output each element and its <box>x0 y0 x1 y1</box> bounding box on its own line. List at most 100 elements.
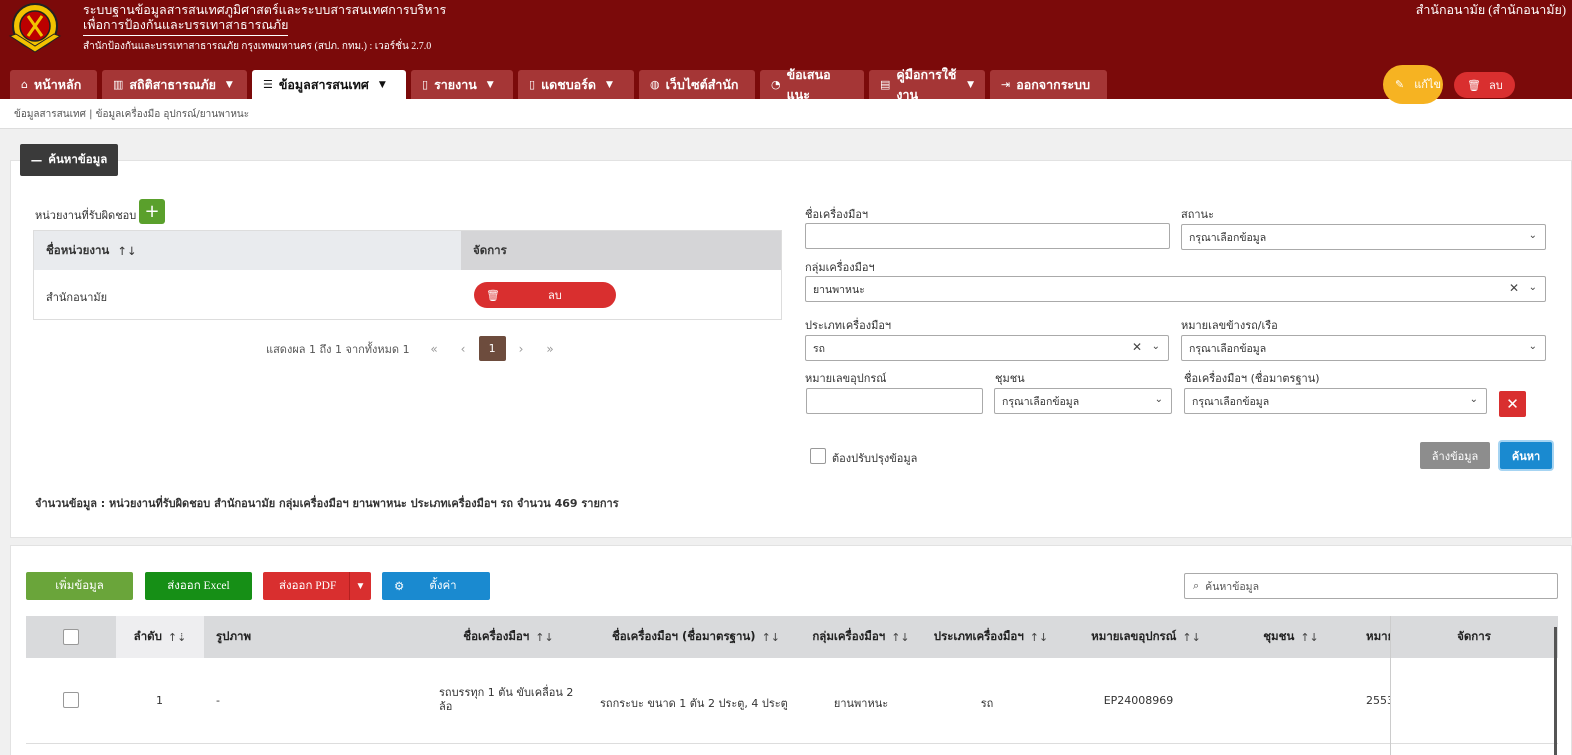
gear-icon: ⚙ <box>394 581 405 593</box>
close-icon: ✕ <box>1506 395 1519 413</box>
chevron-down-icon[interactable]: ▼ <box>349 572 371 600</box>
sort-icon: ↑↓ <box>761 630 780 644</box>
chart-icon: ▥ <box>113 78 124 91</box>
column-header-equipment-no[interactable]: หมายเลขอุปกรณ์ ↑↓ <box>1076 616 1216 658</box>
search-icon: ⌕ <box>1193 579 1200 592</box>
search-button[interactable]: ค้นหา <box>1500 442 1552 469</box>
status-select[interactable]: กรุณาเลือกข้อมูล ⌄ <box>1181 224 1546 250</box>
chevron-down-icon: ⌄ <box>1528 341 1537 352</box>
logout-icon: ⇥ <box>1001 78 1011 91</box>
page-button-current[interactable]: 1 <box>478 336 506 361</box>
sort-icon: ↑↓ <box>1300 630 1319 644</box>
equipment-no-label: หมายเลขอุปกรณ์ <box>805 372 887 385</box>
tab-reports[interactable]: ▯ รายงาน ▼ <box>411 70 513 99</box>
home-icon: ⌂ <box>21 78 28 91</box>
tab-dashboard[interactable]: ▯ แดชบอร์ด ▼ <box>518 70 634 99</box>
chevron-down-icon: ▼ <box>606 79 613 90</box>
tool-name-input[interactable] <box>805 223 1170 249</box>
tool-type-select[interactable]: รถ ✕ ⌄ <box>805 335 1169 361</box>
result-summary: จำนวนข้อมูล : หน่วยงานที่รับผิดชอบ สำนัก… <box>35 497 619 510</box>
export-excel-button[interactable]: ส่งออก Excel <box>145 572 252 600</box>
plate-select[interactable]: กรุณาเลือกข้อมูล ⌄ <box>1181 335 1546 361</box>
tab-home[interactable]: ⌂ หน้าหลัก <box>10 70 97 99</box>
column-header-plate[interactable]: หมาย <box>1366 616 1390 658</box>
tab-statistics[interactable]: ▥ สถิติสาธารณภัย ▼ <box>102 70 247 99</box>
tool-group-select[interactable]: ยานพาหนะ ✕ ⌄ <box>805 276 1546 302</box>
column-header-tool-name[interactable]: ชื่อเครื่องมือฯ ↑↓ <box>436 616 581 658</box>
column-header-type[interactable]: ประเภทเครื่องมือฯ ↑↓ <box>926 616 1056 658</box>
cell-std-name: รถกระบะ ขนาด 1 ตัน 2 ประตู, 4 ประตู <box>600 697 788 710</box>
clear-icon[interactable]: ✕ <box>1509 281 1519 295</box>
tool-type-label: ประเภทเครื่องมือฯ <box>805 319 892 332</box>
cell-order: 1 <box>156 694 163 707</box>
chat-icon: ◔ <box>771 78 781 91</box>
select-all-checkbox[interactable] <box>63 629 79 645</box>
std-name-label: ชื่อเครื่องมือฯ (ชื่อมาตรฐาน) <box>1184 372 1320 385</box>
needs-update-checkbox[interactable] <box>810 448 826 464</box>
column-header-std-name[interactable]: ชื่อเครื่องมือฯ (ชื่อมาตรฐาน) ↑↓ <box>596 616 796 658</box>
add-data-button[interactable]: เพิ่มข้อมูล <box>26 572 133 600</box>
tab-website[interactable]: ◍ เว็บไซต์สำนัก <box>639 70 755 99</box>
app-title-sub: เพื่อการป้องกันและบรรเทาสาธารณภัย <box>83 15 289 36</box>
pagination-info: แสดงผล 1 ถึง 1 จากทั้งหมด 1 <box>266 342 410 356</box>
column-header-community[interactable]: ชุมชน ↑↓ <box>1236 616 1346 658</box>
plate-label: หมายเลขข้างรถ/เรือ <box>1181 319 1278 332</box>
table-search-input[interactable]: ⌕ ค้นหาข้อมูล <box>1184 573 1558 599</box>
equipment-no-input[interactable] <box>806 388 983 414</box>
unit-label: หน่วยงานที่รับผิดชอบ <box>35 209 137 222</box>
delete-unit-button[interactable]: 🗑 ลบ <box>474 282 616 308</box>
export-pdf-button[interactable]: ส่งออก PDF ▼ <box>263 572 371 600</box>
breadcrumb: ข้อมูลสารสนเทศ | ข้อมูลเครื่องมือ อุปกรณ… <box>14 109 250 120</box>
breadcrumb-bar: ข้อมูลสารสนเทศ | ข้อมูลเครื่องมือ อุปกรณ… <box>0 99 1572 129</box>
tab-logout[interactable]: ⇥ ออกจากระบบ <box>990 70 1107 99</box>
app-version: สำนักป้องกันและบรรเทาสาธารณภัย กรุงเทพมห… <box>83 41 432 52</box>
first-page-icon[interactable]: « <box>420 342 449 356</box>
search-toggle-button[interactable]: — ค้นหาข้อมูล <box>20 144 118 176</box>
data-table: ลำดับ ↑⇣ รูปภาพ ชื่อเครื่องมือฯ ↑↓ ชื่อเคร… <box>26 616 1558 755</box>
delete-row-button[interactable]: 🗑 ลบ <box>1454 72 1515 98</box>
table-scrollbar[interactable] <box>1554 627 1557 755</box>
edit-button[interactable]: ✎ แก้ไข <box>1383 65 1443 104</box>
sort-icon: ↑↓ <box>117 243 137 258</box>
file-icon: ▯ <box>422 78 429 91</box>
chevron-down-icon: ▼ <box>967 79 974 90</box>
trash-icon: 🗑 <box>1467 78 1481 92</box>
settings-button[interactable]: ⚙ ตั้งค่า <box>382 572 490 600</box>
tab-manual[interactable]: ▤ คู่มือการใช้งาน ▼ <box>869 67 985 102</box>
column-header-order[interactable]: ลำดับ ↑⇣ <box>116 616 204 658</box>
next-page-icon[interactable]: › <box>507 342 536 356</box>
tool-name-label: ชื่อเครื่องมือฯ <box>805 208 869 221</box>
plus-icon: + <box>144 201 160 222</box>
file-icon: ▯ <box>529 78 536 91</box>
community-select[interactable]: กรุณาเลือกข้อมูล ⌄ <box>994 388 1172 414</box>
chevron-down-icon: ⌄ <box>1469 394 1478 405</box>
main-nav: ⌂ หน้าหลัก ▥ สถิติสาธารณภัย ▼ ☰ ข้อมูลสา… <box>10 67 1107 102</box>
user-name[interactable]: สำนักอนามัย (สำนักอนามัย) <box>1416 0 1566 20</box>
column-header-unit-name[interactable]: ชื่อหน่วยงาน ↑↓ <box>34 231 461 270</box>
tab-feedback[interactable]: ◔ ข้อเสนอแนะ <box>760 67 864 102</box>
select-all-cell <box>26 616 116 658</box>
clear-icon[interactable]: ✕ <box>1132 340 1142 354</box>
cell-group: ยานพาหนะ <box>833 697 889 710</box>
app-header: ระบบฐานข้อมูลสารสนเทศภูมิศาสตร์และระบบสา… <box>0 0 1572 102</box>
remove-filter-button[interactable]: ✕ <box>1499 391 1526 417</box>
fire-rescue-emblem-icon <box>8 3 62 53</box>
globe-icon: ◍ <box>650 78 660 91</box>
pagination: แสดงผล 1 ถึง 1 จากทั้งหมด 1 « ‹ 1 › » <box>266 336 565 361</box>
cell-image: - <box>216 694 220 707</box>
chevron-down-icon: ⌄ <box>1528 230 1537 241</box>
sort-icon: ↑↓ <box>535 630 554 644</box>
column-header-manage: จัดการ <box>461 231 781 270</box>
needs-update-label: ต้องปรับปรุงข้อมูล <box>832 452 918 465</box>
unit-name-cell: สำนักอนามัย <box>46 291 108 304</box>
list-icon: ☰ <box>263 78 273 91</box>
add-unit-button[interactable]: + <box>139 199 165 224</box>
column-header-group[interactable]: กลุ่มเครื่องมือฯ ↑↓ <box>796 616 926 658</box>
pencil-icon: ✎ <box>1395 78 1405 91</box>
prev-page-icon[interactable]: ‹ <box>449 342 478 356</box>
tab-information[interactable]: ☰ ข้อมูลสารสนเทศ ▼ <box>252 70 406 99</box>
std-name-select[interactable]: กรุณาเลือกข้อมูล ⌄ <box>1184 388 1487 414</box>
last-page-icon[interactable]: » <box>536 342 565 356</box>
clear-button[interactable]: ล้างข้อมูล <box>1420 442 1490 469</box>
row-checkbox[interactable] <box>63 692 79 708</box>
